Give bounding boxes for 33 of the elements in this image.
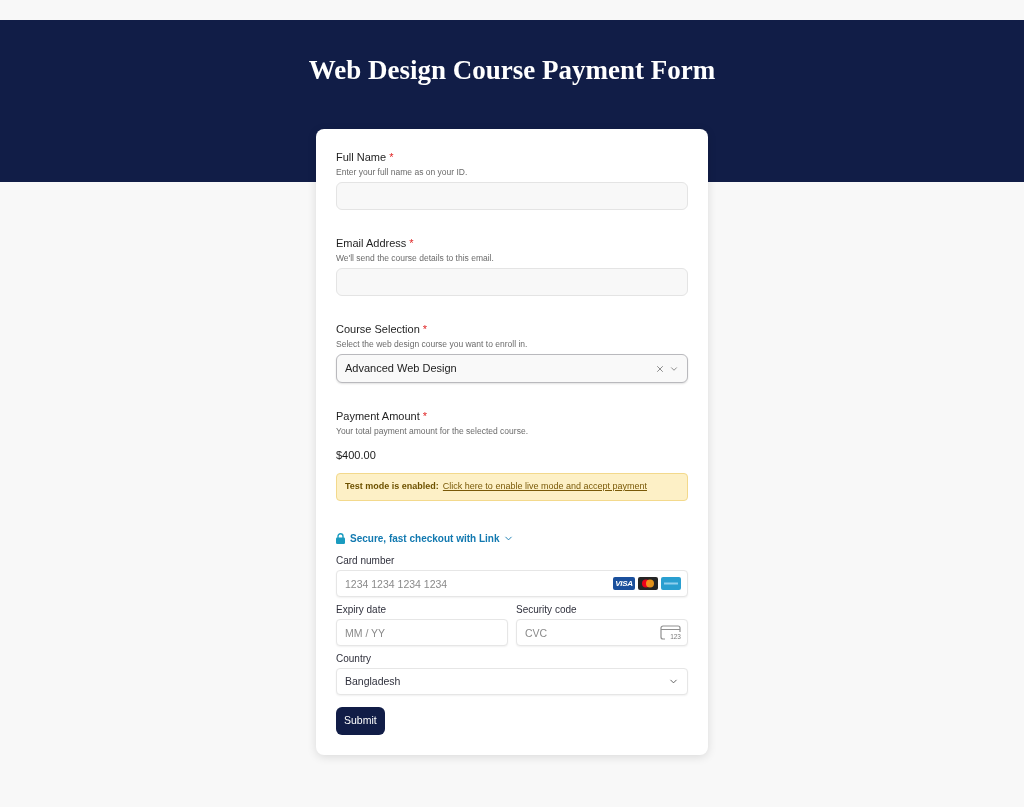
submit-button[interactable]: Submit [336, 707, 385, 735]
lock-icon [336, 532, 345, 544]
field-label: Course Selection [336, 322, 420, 337]
expiry-date-input[interactable]: MM / YY [336, 619, 508, 646]
card-brand-icon [638, 577, 658, 590]
text-input[interactable] [336, 182, 688, 210]
field-label: Email Address [336, 236, 407, 251]
link-checkout-button[interactable]: Secure, fast checkout with Link [350, 530, 515, 546]
field-hint: Enter your full name as on your ID. [336, 166, 469, 179]
field-hint: Select the web design course you want to enroll in. [336, 338, 529, 351]
field-label: Country [336, 652, 372, 666]
required-asterisk: * [422, 322, 428, 337]
card-icon [660, 625, 681, 640]
field-label: Payment Amount [336, 409, 420, 424]
field-label: Card number [336, 554, 396, 568]
country-select[interactable]: Bangladesh [336, 668, 688, 695]
field-hint: We'll send the course details to this email. [336, 252, 495, 265]
card-brand-icon [661, 577, 681, 590]
test-mode-banner: Test mode is enabled: Click here to enable live mode and accept payment [336, 473, 688, 501]
course-select[interactable]: Advanced Web Design [336, 354, 688, 383]
text-input[interactable] [336, 268, 688, 296]
field-label: Expiry date [336, 603, 388, 617]
live-mode-link[interactable]: Click here to enable live mode and accept payment [442, 480, 647, 494]
required-asterisk: * [389, 150, 394, 165]
required-asterisk: * [409, 236, 414, 251]
payment-amount: $400.00 [336, 448, 377, 463]
field-hint: Your total payment amount for the selected course. [336, 425, 529, 438]
required-asterisk: * [422, 409, 428, 424]
field-label: Full Name [336, 150, 387, 165]
clear-icon[interactable] [655, 363, 665, 374]
field-label: Security code [516, 603, 578, 617]
card-brand-logo: VISA [613, 577, 635, 590]
page-title: Web Design Course Payment Form [307, 54, 717, 87]
